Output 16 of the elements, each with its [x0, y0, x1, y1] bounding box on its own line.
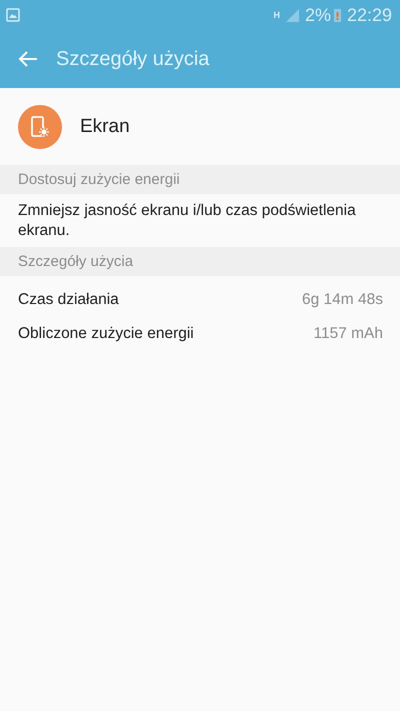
tip-text[interactable]: Zmniejsz jasność ekranu i/lub czas podświetlenia ekranu.	[0, 194, 400, 247]
battery-percent: 2%	[304, 4, 331, 26]
detail-value: 1157 mAh	[313, 325, 383, 343]
battery-icon	[334, 8, 341, 22]
gallery-icon	[6, 8, 20, 22]
detail-value: 6g 14m 48s	[302, 291, 383, 309]
detail-label: Czas działania	[18, 291, 119, 309]
signal-icon	[286, 8, 299, 22]
clock: 22:29	[346, 4, 392, 26]
app-name: Ekran	[80, 116, 130, 138]
section-header: Dostosuj zużycie energii	[0, 165, 400, 194]
back-button[interactable]	[18, 51, 38, 67]
screen-title: Szczegóły użycia	[56, 48, 210, 70]
network-type: H	[273, 10, 280, 20]
detail-label: Obliczone zużycie energii	[18, 325, 194, 343]
section-header: Szczegóły użycia	[0, 247, 400, 276]
